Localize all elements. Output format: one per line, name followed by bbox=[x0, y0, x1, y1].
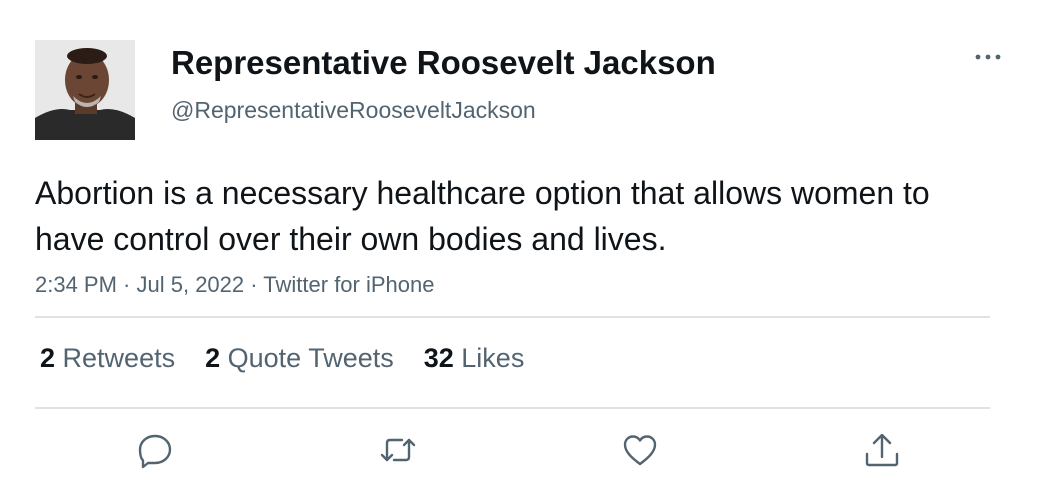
reply-icon bbox=[138, 434, 172, 469]
divider bbox=[35, 407, 990, 409]
quote-tweets-count: 2 bbox=[205, 343, 221, 373]
reply-button[interactable] bbox=[135, 430, 175, 470]
share-icon bbox=[865, 433, 899, 467]
more-horizontal-icon[interactable] bbox=[972, 45, 1004, 69]
heart-icon bbox=[623, 435, 657, 466]
likes-label: Likes bbox=[453, 343, 525, 373]
meta-separator: · bbox=[244, 272, 264, 297]
tweet-source[interactable]: Twitter for iPhone bbox=[263, 272, 434, 297]
divider bbox=[35, 316, 990, 318]
share-button[interactable] bbox=[862, 430, 902, 470]
likes-stat[interactable]: 32 Likes bbox=[424, 341, 525, 375]
user-handle[interactable]: @RepresentativeRooseveltJackson bbox=[171, 96, 536, 124]
meta-separator: · bbox=[116, 272, 137, 297]
tweet-text: Abortion is a necessary healthcare optio… bbox=[35, 175, 930, 257]
tweet-meta: 2:34 PM · Jul 5, 2022 · Twitter for iPho… bbox=[35, 271, 434, 299]
retweet-button[interactable] bbox=[378, 430, 418, 470]
tweet-stats: 2 Retweets 2 Quote Tweets 32 Likes bbox=[40, 341, 554, 375]
retweet-icon bbox=[380, 438, 416, 462]
like-button[interactable] bbox=[620, 430, 660, 470]
retweets-stat[interactable]: 2 Retweets bbox=[40, 341, 175, 375]
avatar[interactable] bbox=[35, 40, 135, 140]
likes-count: 32 bbox=[423, 343, 454, 373]
tweet-date[interactable]: Jul 5, 2022 bbox=[137, 272, 245, 297]
avatar-image bbox=[35, 40, 135, 140]
retweets-label: Retweets bbox=[55, 343, 176, 373]
retweets-count: 2 bbox=[40, 343, 56, 373]
quote-tweets-stat[interactable]: 2 Quote Tweets bbox=[205, 341, 394, 375]
tweet-time[interactable]: 2:34 PM bbox=[35, 272, 117, 297]
quote-tweets-label: Quote Tweets bbox=[220, 343, 394, 373]
display-name[interactable]: Representative Roosevelt Jackson bbox=[171, 43, 716, 83]
